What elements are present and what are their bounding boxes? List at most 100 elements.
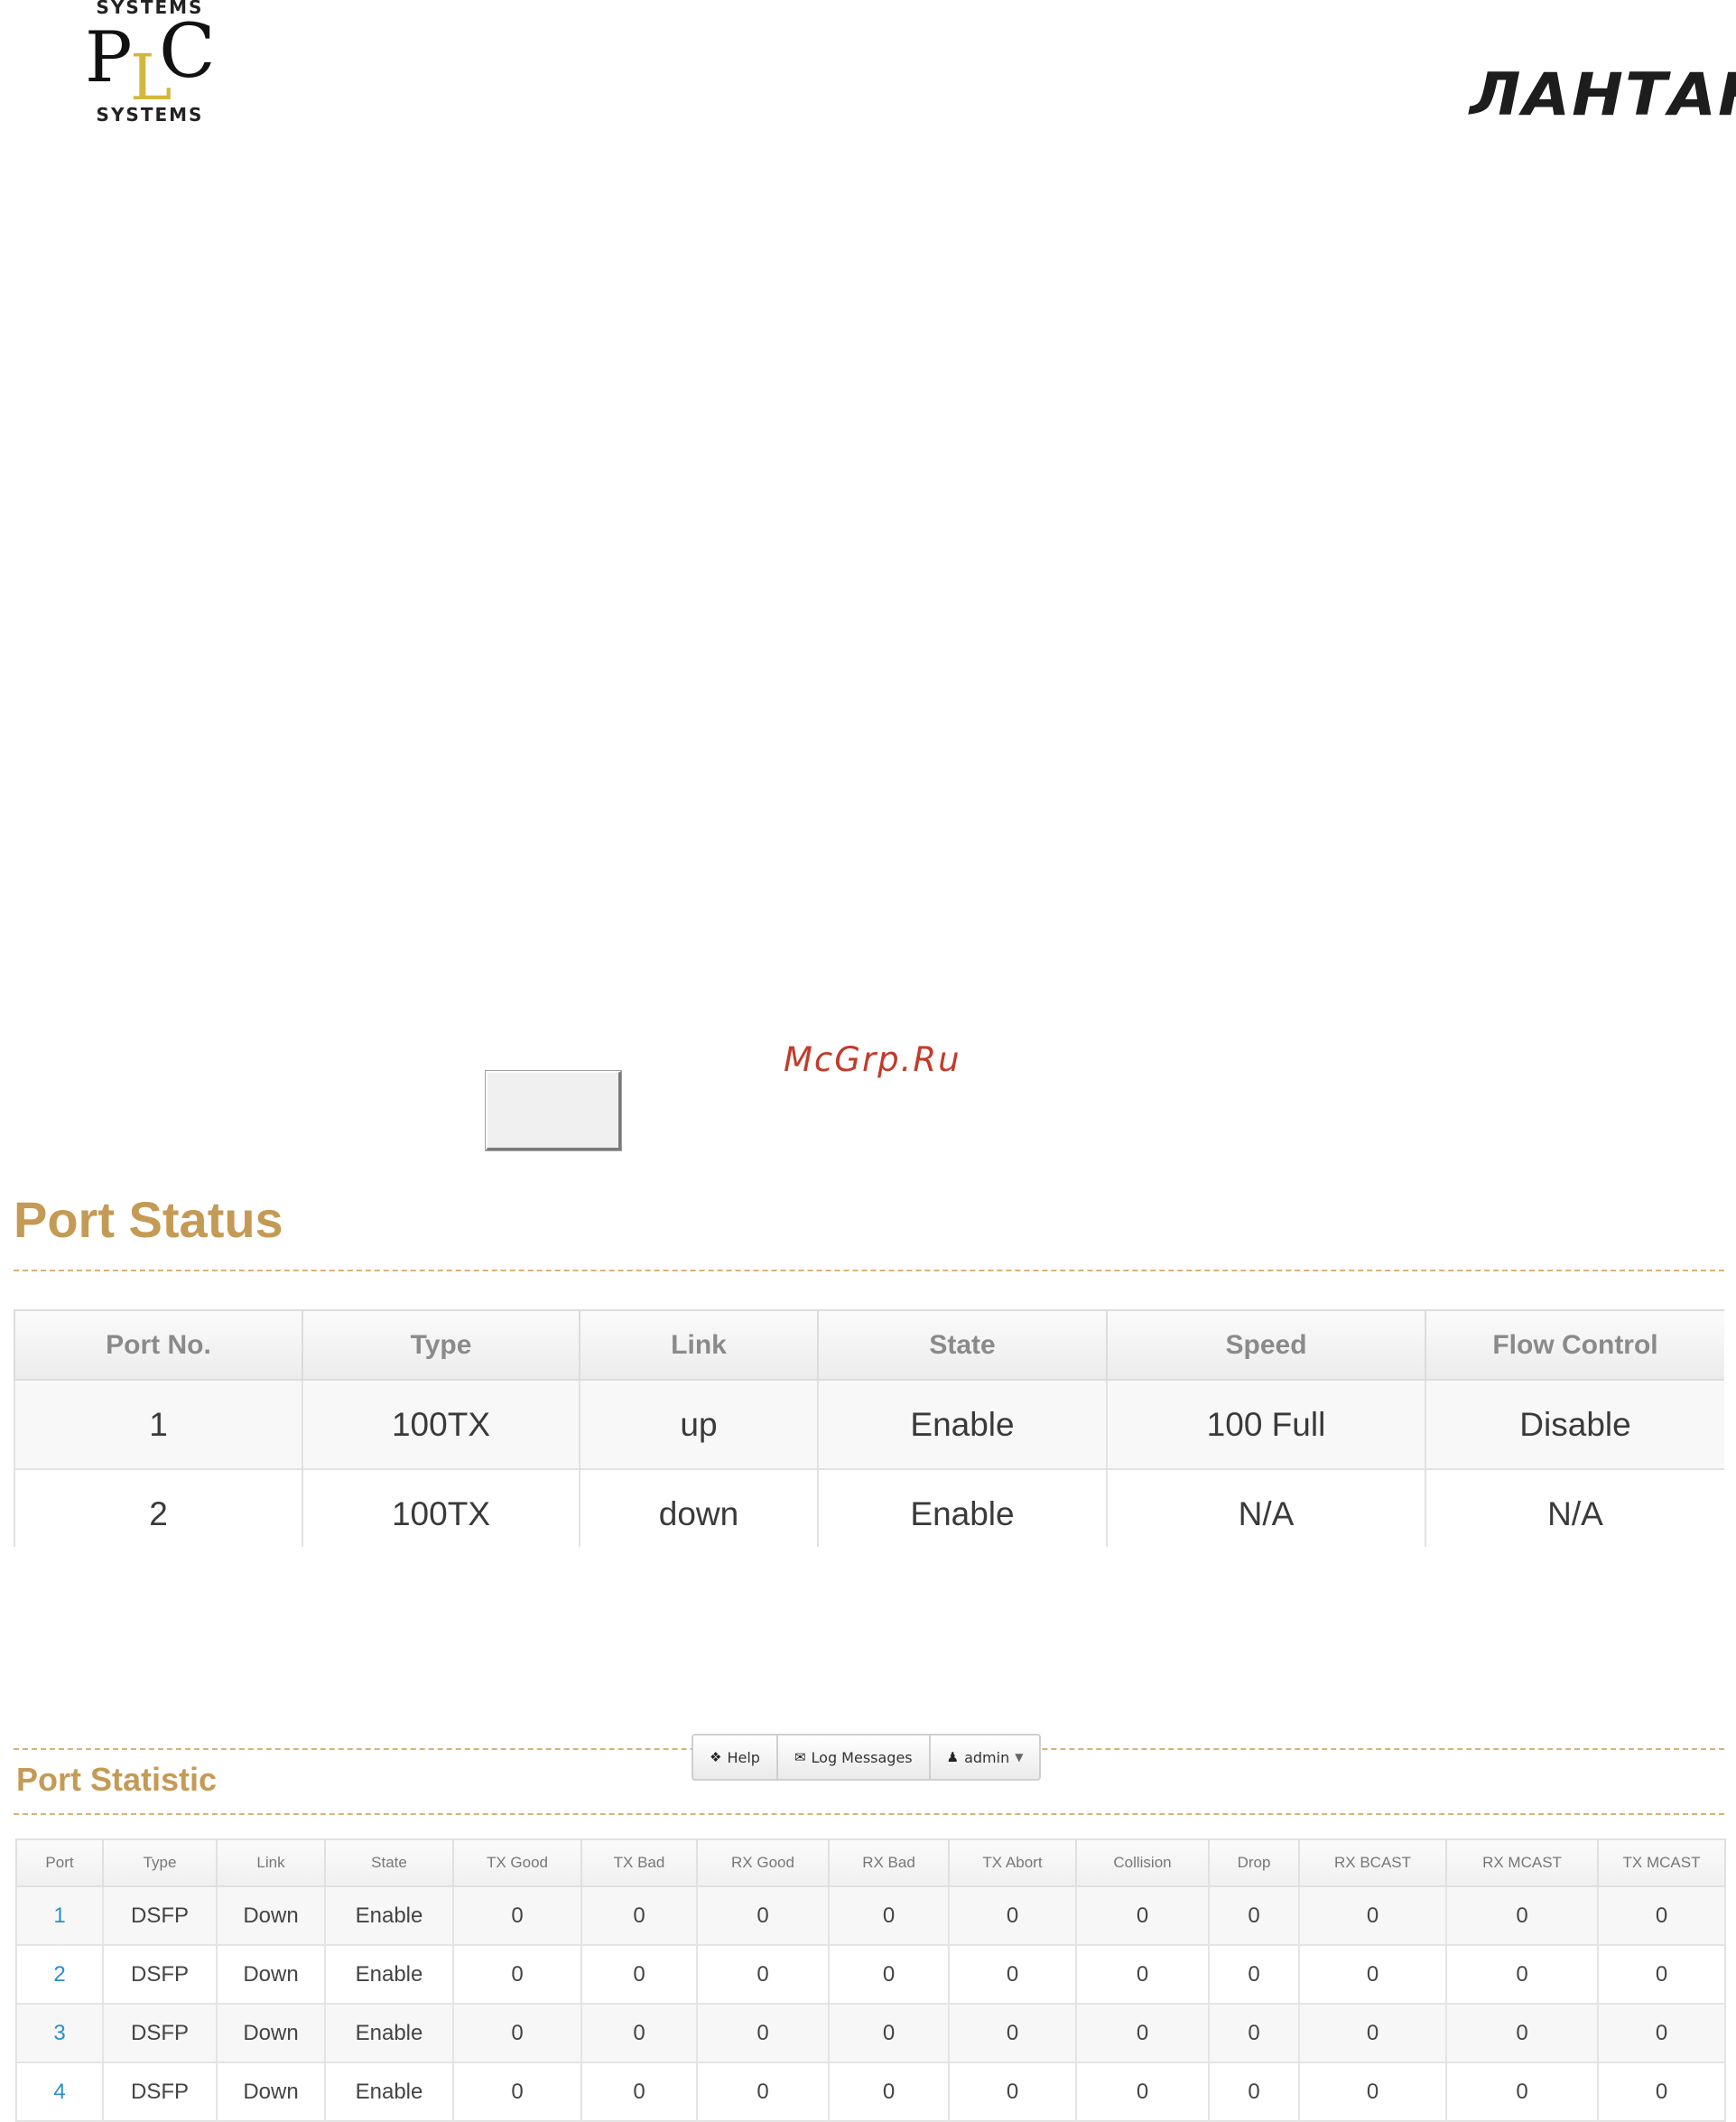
table-header-row: Port Type Link State TX Good TX Bad RX G…	[15, 1838, 1726, 1887]
table-cell: N/A	[1425, 1468, 1726, 1559]
log-messages-label: Log Messages	[811, 1748, 913, 1766]
port-statistic-title: Port Statistic	[16, 1761, 218, 1798]
table-cell: DSFP	[102, 1885, 218, 1946]
table-cell: Down	[216, 2003, 326, 2063]
table-cell: Enable	[817, 1379, 1108, 1470]
lantan-logo: ЛАНТАН	[1470, 61, 1736, 130]
envelope-icon: ✉	[794, 1749, 806, 1765]
column-header[interactable]: TX MCAST	[1597, 1838, 1726, 1887]
column-header[interactable]: Port	[15, 1838, 104, 1887]
table-cell: 0	[1075, 2062, 1210, 2122]
table-cell: 0	[1208, 1885, 1300, 1946]
table-cell: 0	[696, 1885, 830, 1946]
table-cell: Disable	[1425, 1379, 1726, 1470]
table-cell: 0	[1445, 2062, 1599, 2122]
table-cell: 0	[580, 2062, 698, 2122]
divider	[14, 1270, 1724, 1271]
table-cell: 2	[14, 1468, 303, 1559]
table-row: 2 DSFP Down Enable 0 0 0 0 0 0 0 0 0 0	[15, 1944, 1726, 2005]
logo-letters: P L C	[83, 9, 217, 115]
clip-mask	[1724, 1300, 1736, 1553]
table-cell: 0	[1597, 1885, 1726, 1946]
clip-mask	[0, 1547, 1736, 1655]
table-cell: 0	[828, 1885, 950, 1946]
table-cell: 0	[1298, 2062, 1447, 2122]
table-cell: 0	[828, 1944, 950, 2005]
divider	[14, 1813, 1724, 1815]
column-header[interactable]: TX Good	[452, 1838, 582, 1887]
port-statistic-table: Port Type Link State TX Good TX Bad RX G…	[15, 1838, 1726, 2122]
column-header[interactable]: Port No.	[14, 1309, 303, 1381]
table-cell: 0	[1208, 2003, 1300, 2063]
log-messages-button[interactable]: ✉ Log Messages	[778, 1736, 931, 1779]
table-cell: 0	[452, 2003, 582, 2063]
table-cell: Enable	[324, 1885, 454, 1946]
table-cell: 0	[948, 2062, 1077, 2122]
logo-letter-c: C	[159, 9, 216, 95]
table-cell: 0	[580, 1944, 698, 2005]
table-cell: down	[579, 1468, 819, 1559]
table-cell: 0	[1075, 2003, 1210, 2063]
column-header[interactable]: Collision	[1075, 1838, 1210, 1887]
port-status-table: Port No. Type Link State Speed Flow Cont…	[14, 1309, 1726, 1559]
table-cell: 0	[1445, 1944, 1599, 2005]
port-link[interactable]: 4	[15, 2062, 104, 2122]
table-cell: 1	[14, 1379, 303, 1470]
watermark: McGrp.Ru	[784, 1040, 961, 1079]
table-cell: N/A	[1106, 1468, 1426, 1559]
port-link[interactable]: 1	[15, 1885, 104, 1946]
column-header[interactable]: RX MCAST	[1445, 1838, 1599, 1887]
logo-caption-bottom: SYSTEMS	[96, 104, 204, 126]
column-header[interactable]: Type	[102, 1838, 218, 1887]
column-header[interactable]: State	[817, 1309, 1108, 1381]
table-row: 2 100TX down Enable N/A N/A	[14, 1468, 1726, 1559]
top-toolbar: ❖ Help ✉ Log Messages ♟ admin ▼	[692, 1734, 1042, 1781]
table-cell: 0	[1208, 2062, 1300, 2122]
port-status-title: Port Status	[14, 1191, 283, 1248]
column-header[interactable]: RX Good	[696, 1838, 830, 1887]
table-cell: 0	[580, 1885, 698, 1946]
table-cell: Down	[216, 2062, 326, 2122]
column-header[interactable]: Link	[216, 1838, 326, 1887]
table-cell: DSFP	[102, 2003, 218, 2063]
table-cell: 0	[1597, 1944, 1726, 2005]
table-cell: 0	[1075, 1885, 1210, 1946]
table-cell: 0	[452, 2062, 582, 2122]
port-link[interactable]: 3	[15, 2003, 104, 2063]
help-button[interactable]: ❖ Help	[693, 1736, 778, 1779]
table-cell: Down	[216, 1944, 326, 2005]
table-cell: Enable	[324, 2062, 454, 2122]
column-header[interactable]: Drop	[1208, 1838, 1300, 1887]
table-cell: 0	[1298, 1944, 1447, 2005]
port-link[interactable]: 2	[15, 1944, 104, 2005]
column-header[interactable]: RX BCAST	[1298, 1838, 1447, 1887]
table-cell: 0	[1298, 1885, 1447, 1946]
table-cell: 100TX	[302, 1468, 580, 1559]
table-cell: up	[579, 1379, 819, 1470]
column-header[interactable]: TX Bad	[580, 1838, 698, 1887]
table-cell: 0	[1597, 2062, 1726, 2122]
blank-button[interactable]	[486, 1071, 621, 1150]
table-cell: 0	[696, 2003, 830, 2063]
table-cell: 0	[452, 1885, 582, 1946]
table-row: 3 DSFP Down Enable 0 0 0 0 0 0 0 0 0 0	[15, 2003, 1726, 2063]
column-header[interactable]: Flow Control	[1425, 1309, 1726, 1381]
column-header[interactable]: State	[324, 1838, 454, 1887]
table-cell: 0	[828, 2062, 950, 2122]
table-row: 1 DSFP Down Enable 0 0 0 0 0 0 0 0 0 0	[15, 1885, 1726, 1946]
table-cell: 0	[580, 2003, 698, 2063]
column-header[interactable]: TX Abort	[948, 1838, 1077, 1887]
column-header[interactable]: RX Bad	[828, 1838, 950, 1887]
table-cell: 100 Full	[1106, 1379, 1426, 1470]
caret-down-icon: ▼	[1015, 1751, 1024, 1764]
column-header[interactable]: Type	[302, 1309, 580, 1381]
table-cell: Enable	[324, 2003, 454, 2063]
logo-letter-p: P	[85, 17, 133, 98]
user-label: admin	[964, 1748, 1010, 1766]
table-row: 1 100TX up Enable 100 Full Disable	[14, 1379, 1726, 1470]
table-cell: Enable	[324, 1944, 454, 2005]
column-header[interactable]: Speed	[1106, 1309, 1426, 1381]
table-cell: DSFP	[102, 2062, 218, 2122]
column-header[interactable]: Link	[579, 1309, 819, 1381]
user-menu-button[interactable]: ♟ admin ▼	[931, 1736, 1040, 1779]
